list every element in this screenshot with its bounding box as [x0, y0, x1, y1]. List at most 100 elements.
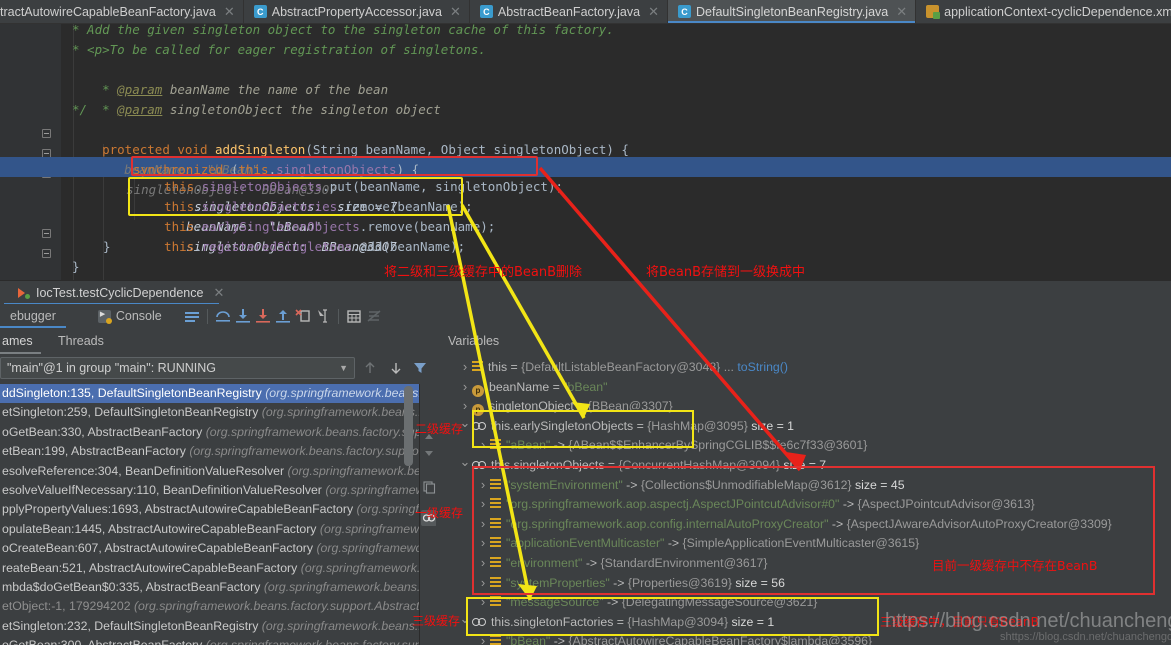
frame-row[interactable]: oGetBean:300, AbstractBeanFactory (org.s…: [0, 636, 420, 645]
frames-threads-tabs[interactable]: ames Threads: [0, 328, 432, 354]
fold-marker[interactable]: [42, 249, 51, 258]
tab-console-label: Console: [115, 309, 162, 323]
drop-frame-icon[interactable]: [293, 306, 313, 326]
variable-row[interactable]: "systemEnvironment" -> {Collections$Unmo…: [436, 475, 1171, 495]
editor-tab-2[interactable]: C AbstractBeanFactory.java ✕: [469, 0, 668, 23]
variable-row[interactable]: this = {DefaultListableBeanFactory@3048}…: [436, 357, 1171, 377]
debugger-toolbar[interactable]: ebugger Console: [0, 304, 1171, 328]
watches-icon[interactable]: [421, 510, 437, 526]
copy-icon[interactable]: [422, 480, 436, 494]
panel-divider[interactable]: [419, 384, 420, 645]
variable-row[interactable]: p beanName = "bBean": [436, 377, 1171, 397]
chevron-right-icon[interactable]: [476, 435, 490, 457]
frames-icon[interactable]: [182, 306, 202, 326]
up-icon[interactable]: [422, 430, 436, 444]
close-icon[interactable]: ✕: [896, 4, 907, 20]
arrow-down-icon[interactable]: [388, 360, 404, 376]
field-icon: [490, 576, 501, 588]
editor-gutter[interactable]: [0, 24, 62, 280]
editor-tab-bar[interactable]: tractAutowireCapableBeanFactory.java ✕ C…: [0, 0, 1171, 24]
variable-row[interactable]: this.earlySingletonObjects = {HashMap@30…: [436, 416, 1171, 436]
variable-arrow: ->: [828, 516, 847, 531]
variable-row[interactable]: "bBean" -> {AbstractAutowireCapableBeanF…: [436, 631, 1171, 645]
editor-tab-3[interactable]: C DefaultSingletonBeanRegistry.java ✕: [668, 0, 917, 23]
editor-tab-1[interactable]: C AbstractPropertyAccessor.java ✕: [243, 0, 470, 23]
filter-icon[interactable]: [412, 360, 428, 376]
frame-row[interactable]: etObject:-1, 179294202 (org.springframew…: [0, 597, 420, 616]
frame-row[interactable]: reateBean:521, AbstractAutowireCapableBe…: [0, 559, 420, 578]
variable-row[interactable]: this.singletonObjects = {ConcurrentHashM…: [436, 455, 1171, 475]
variable-row[interactable]: p singletonObject = {BBean@3307}: [436, 396, 1171, 417]
close-icon[interactable]: ✕: [450, 4, 461, 20]
variable-value: {AbstractAutowireCapableBeanFactory$lamb…: [568, 634, 873, 645]
tab-threads[interactable]: Threads: [48, 328, 114, 354]
code-editor[interactable]: * Add the given singleton object to the …: [0, 24, 1171, 280]
tab-frames[interactable]: ames: [0, 328, 43, 354]
frame-row[interactable]: oCreateBean:607, AbstractAutowireCapable…: [0, 539, 420, 558]
chevron-right-icon[interactable]: [476, 475, 490, 497]
variable-name: this.singletonObjects: [491, 457, 605, 472]
frame-row[interactable]: ddSingleton:135, DefaultSingletonBeanReg…: [0, 384, 420, 404]
variable-row[interactable]: "org.springframework.aop.aspectj.AspectJ…: [436, 494, 1171, 514]
chevron-down-icon[interactable]: [458, 416, 472, 438]
frame-row[interactable]: pplyPropertyValues:1693, AbstractAutowir…: [0, 500, 420, 519]
close-icon[interactable]: ✕: [213, 285, 224, 301]
variable-row[interactable]: "environment" -> {StandardEnvironment@36…: [436, 553, 1171, 573]
chevron-right-icon[interactable]: [458, 357, 472, 379]
chevron-down-icon[interactable]: ▼: [339, 363, 348, 373]
fold-marker[interactable]: [42, 229, 51, 238]
thread-selector[interactable]: "main"@1 in group "main": RUNNING ▼: [0, 357, 355, 379]
evaluate-icon[interactable]: [344, 306, 364, 326]
editor-tab-4[interactable]: applicationContext-cyclicDependence.xml …: [916, 0, 1171, 23]
chevron-right-icon[interactable]: [476, 553, 490, 575]
frame-row[interactable]: etSingleton:259, DefaultSingletonBeanReg…: [0, 403, 420, 422]
chevron-down-icon[interactable]: [458, 612, 472, 634]
chevron-right-icon[interactable]: [476, 573, 490, 595]
frame-row[interactable]: etSingleton:232, DefaultSingletonBeanReg…: [0, 617, 420, 636]
variable-row[interactable]: "systemProperties" -> {Properties@3619} …: [436, 573, 1171, 593]
editor-tab-0[interactable]: tractAutowireCapableBeanFactory.java ✕: [0, 0, 244, 23]
step-into-icon[interactable]: [233, 306, 253, 326]
variables-tree[interactable]: this = {DefaultListableBeanFactory@3048}…: [436, 357, 1171, 645]
frames-scrollbar[interactable]: [404, 386, 413, 466]
step-over-icon[interactable]: [213, 306, 233, 326]
chevron-right-icon[interactable]: [476, 533, 490, 555]
frame-row[interactable]: oGetBean:330, AbstractBeanFactory (org.s…: [0, 423, 420, 442]
variable-row[interactable]: "aBean" -> {ABean$$EnhancerBySpringCGLIB…: [436, 435, 1171, 455]
down-icon[interactable]: [422, 446, 436, 460]
variable-row[interactable]: "org.springframework.aop.config.internal…: [436, 514, 1171, 534]
field-icon: [472, 361, 483, 372]
frames-list[interactable]: ddSingleton:135, DefaultSingletonBeanReg…: [0, 384, 420, 645]
variable-row[interactable]: this.singletonFactories = {HashMap@3094}…: [436, 612, 1171, 632]
chevron-right-icon[interactable]: [476, 592, 490, 614]
variable-extra: ...: [720, 360, 738, 374]
chevron-right-icon[interactable]: [458, 377, 472, 399]
step-out-icon[interactable]: [273, 306, 293, 326]
arrow-up-icon[interactable]: [362, 360, 378, 376]
frame-row[interactable]: esolveReference:304, BeanDefinitionValue…: [0, 462, 420, 481]
variable-row[interactable]: "messageSource" -> {DelegatingMessageSou…: [436, 592, 1171, 612]
run-to-cursor-icon[interactable]: [313, 306, 333, 326]
frame-row[interactable]: mbda$doGetBean$0:335, AbstractBeanFactor…: [0, 578, 420, 597]
mute-breakpoints-icon[interactable]: [364, 306, 384, 326]
chevron-down-icon[interactable]: [458, 455, 472, 477]
chevron-right-icon[interactable]: [476, 631, 490, 645]
run-tool-tabs[interactable]: IocTest.testCyclicDependence ✕: [0, 280, 1171, 305]
variables-side-toolbar[interactable]: [421, 384, 437, 645]
frame-row[interactable]: esolveValueIfNecessary:110, BeanDefiniti…: [0, 481, 420, 500]
variable-value: {AspectJPointcutAdvisor@3613}: [857, 497, 1035, 512]
fold-marker[interactable]: [42, 129, 51, 138]
tab-debugger[interactable]: ebugger: [0, 304, 66, 328]
chevron-right-icon[interactable]: [476, 514, 490, 536]
close-icon[interactable]: ✕: [648, 4, 659, 20]
force-step-into-icon[interactable]: [253, 306, 273, 326]
frame-row[interactable]: opulateBean:1445, AbstractAutowireCapabl…: [0, 520, 420, 539]
frame-row[interactable]: etBean:199, AbstractBeanFactory (org.spr…: [0, 442, 420, 461]
variable-string-key: "org.springframework.aop.aspectj.AspectJ…: [506, 497, 840, 512]
close-icon[interactable]: ✕: [224, 4, 235, 20]
chevron-right-icon[interactable]: [476, 494, 490, 516]
variable-row[interactable]: "applicationEventMulticaster" -> {Simple…: [436, 533, 1171, 553]
run-tab-ioctest[interactable]: IocTest.testCyclicDependence ✕: [8, 281, 234, 305]
tab-console[interactable]: Console: [88, 304, 172, 328]
code-line-signature: protected void addSingleton(String beanN…: [102, 142, 629, 197]
